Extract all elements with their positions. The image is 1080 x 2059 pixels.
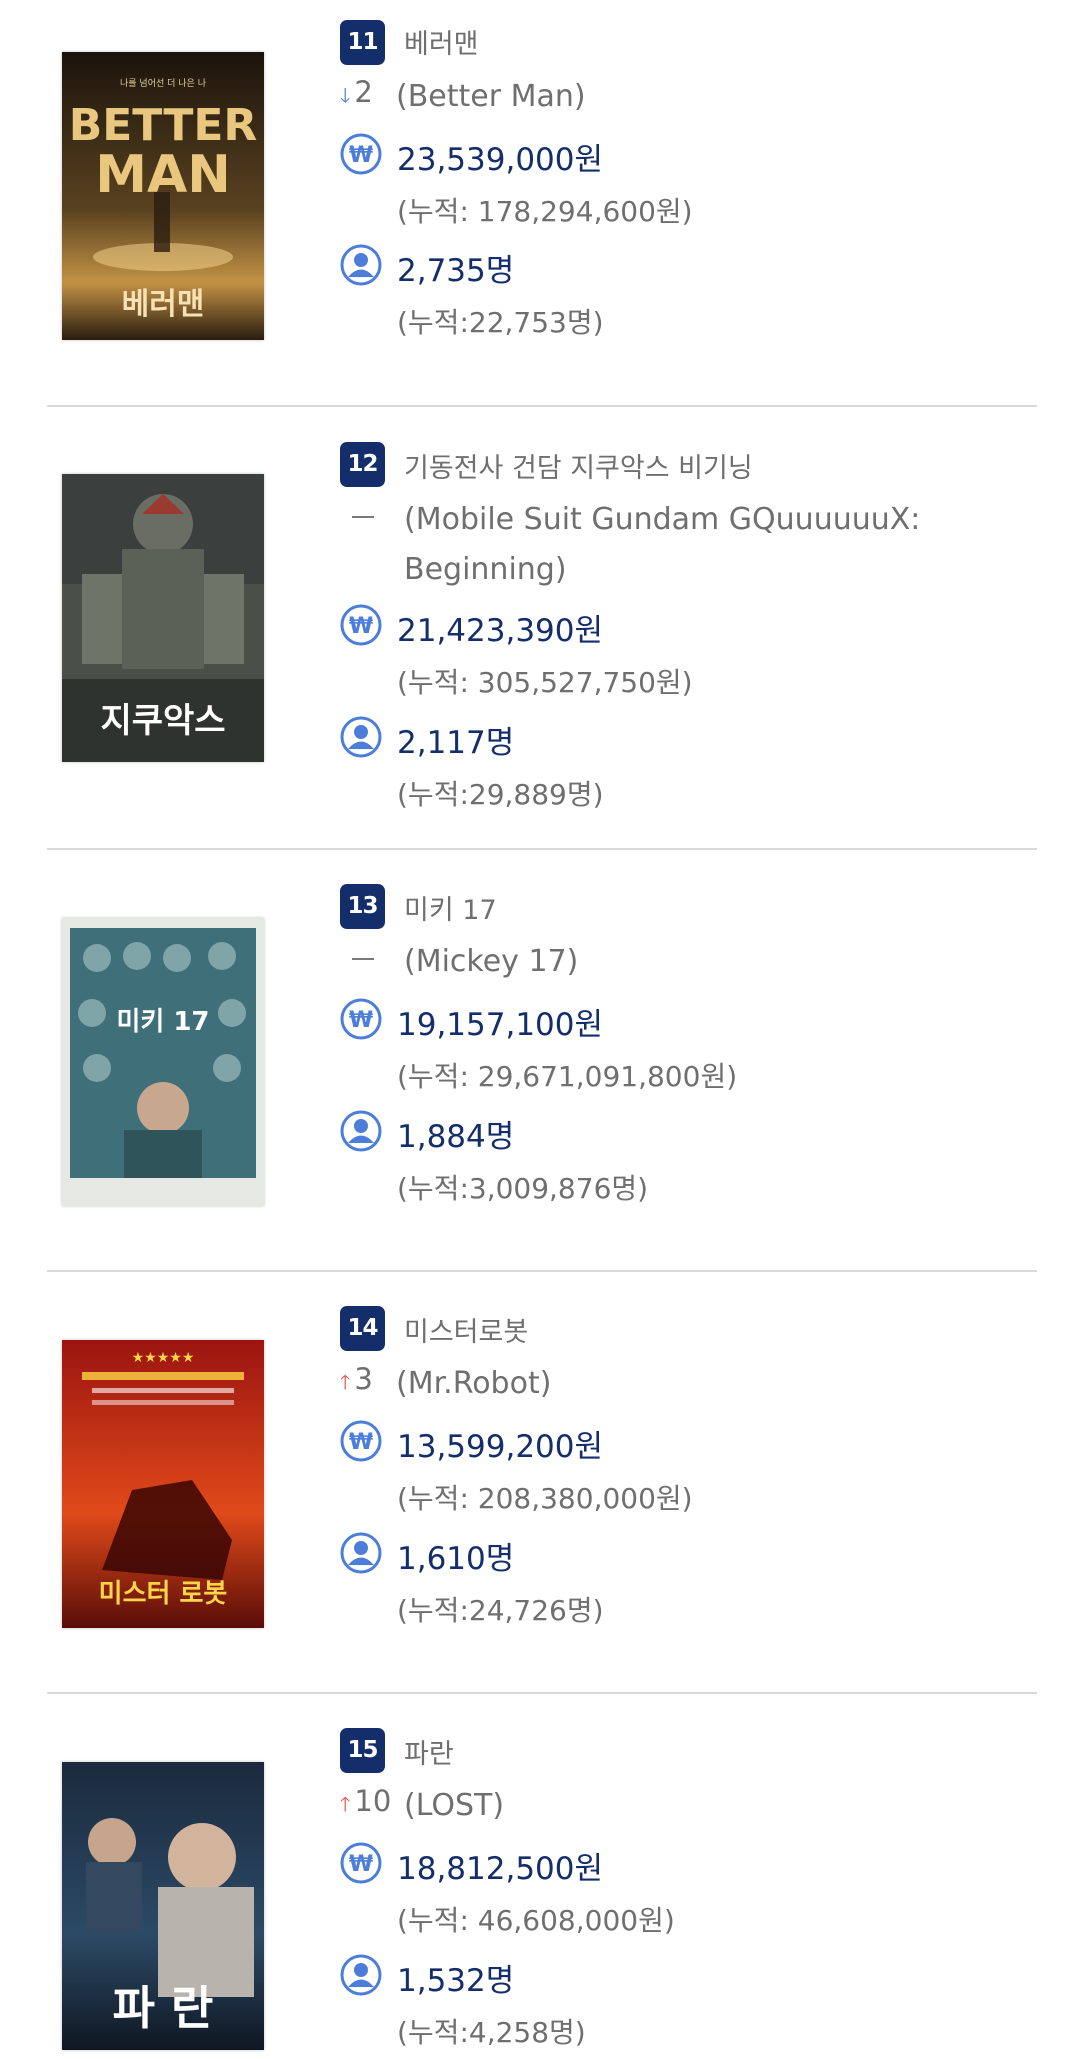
poster-image: 미키 17	[62, 918, 264, 1206]
audience-icon	[340, 1110, 382, 1152]
won-icon: ₩	[340, 133, 382, 175]
daily-sales: 21,423,390원	[397, 613, 604, 649]
poster-image: ★★★★★ 미스터 로봇	[62, 1340, 264, 1628]
rank-change	[340, 940, 388, 974]
poster-title-bottom: 베러맨	[122, 287, 205, 322]
audience-icon	[340, 244, 382, 286]
rank-change-value: 2	[354, 75, 373, 109]
daily-sales: 18,812,500원	[397, 1851, 604, 1887]
rank-change-value: 3	[354, 1362, 373, 1396]
daily-sales: 13,599,200원	[397, 1429, 604, 1465]
poster-title-top: BETTER	[69, 100, 258, 151]
daily-audience: 1,884명	[397, 1119, 515, 1155]
divider	[47, 848, 1037, 850]
no-change-dash	[352, 516, 374, 518]
movie-poster[interactable]: 미키 17	[62, 918, 264, 1206]
cumulative-audience: (누적:4,258명)	[397, 2016, 586, 2049]
cumulative-sales: (누적: 29,671,091,800원)	[397, 1060, 738, 1093]
rank-change	[340, 498, 388, 532]
no-change-dash	[352, 958, 374, 960]
arrow-up-icon: 🡑	[340, 1792, 351, 1816]
poster-title-bottom: 미스터 로봇	[99, 1579, 228, 1609]
movie-title-original: (LOST)	[404, 1788, 505, 1823]
poster-image: 파 란	[62, 1762, 264, 2050]
movie-poster[interactable]: 파 란	[62, 1762, 264, 2050]
daily-sales: 23,539,000원	[397, 142, 604, 178]
cumulative-sales: (누적: 46,608,000원)	[397, 1904, 675, 1937]
rank-change: 🡓 2	[340, 75, 373, 115]
movie-poster[interactable]: 나를 넘어선 더 나은 나 BETTER MAN 베러맨	[62, 52, 264, 340]
poster-title-bottom: 지쿠악스	[100, 701, 225, 741]
audience-icon	[340, 716, 382, 758]
svg-text:₩: ₩	[349, 1852, 373, 1877]
daily-sales: 19,157,100원	[397, 1007, 604, 1043]
poster-title-mid: 미키 17	[116, 1007, 209, 1037]
rank-change: 🡑 10	[340, 1784, 391, 1824]
rank-badge: 11	[340, 20, 385, 65]
cumulative-sales: (누적: 305,527,750원)	[397, 666, 693, 699]
movie-title-korean[interactable]: 미키 17	[404, 888, 497, 927]
divider	[47, 1692, 1037, 1694]
won-icon: ₩	[340, 1420, 382, 1462]
poster-image: 나를 넘어선 더 나은 나 BETTER MAN 베러맨	[62, 52, 264, 340]
daily-audience: 1,532명	[397, 1963, 515, 1999]
daily-audience: 2,117명	[397, 725, 515, 761]
daily-audience: 1,610명	[397, 1541, 515, 1577]
daily-audience: 2,735명	[397, 253, 515, 289]
cumulative-audience: (누적:22,753명)	[397, 306, 604, 339]
audience-icon	[340, 1532, 382, 1574]
audience-icon	[340, 1954, 382, 1996]
svg-text:₩: ₩	[349, 1008, 373, 1033]
svg-text:₩: ₩	[349, 143, 373, 168]
won-icon: ₩	[340, 998, 382, 1040]
poster-tagline: 나를 넘어선 더 나은 나	[120, 78, 206, 89]
movie-poster[interactable]: ★★★★★ 미스터 로봇	[62, 1340, 264, 1628]
movie-title-korean[interactable]: 베러맨	[404, 22, 479, 61]
divider	[47, 1270, 1037, 1272]
movie-title-original: (Better Man)	[396, 79, 586, 114]
poster-stars: ★★★★★	[132, 1350, 195, 1366]
rank-change: 🡑 3	[340, 1362, 373, 1402]
svg-text:₩: ₩	[349, 1430, 373, 1455]
rank-badge: 15	[340, 1728, 385, 1773]
movie-title-original: (Mr.Robot)	[396, 1366, 552, 1401]
divider	[47, 405, 1037, 407]
cumulative-sales: (누적: 208,380,000원)	[397, 1482, 693, 1515]
arrow-up-icon: 🡑	[340, 1370, 351, 1394]
movie-title-original: (Mickey 17)	[404, 944, 579, 979]
rank-badge: 12	[340, 442, 385, 487]
movie-title-korean[interactable]: 기동전사 건담 지쿠악스 비기닝	[404, 446, 753, 485]
movie-title-original: (Mobile Suit Gundam GQuuuuuuX: Beginning…	[404, 502, 921, 587]
cumulative-audience: (누적:24,726명)	[397, 1594, 604, 1627]
won-icon: ₩	[340, 1842, 382, 1884]
cumulative-audience: (누적:29,889명)	[397, 778, 604, 811]
poster-image: 지쿠악스	[62, 474, 264, 762]
movie-title-korean[interactable]: 파란	[404, 1732, 454, 1771]
rank-badge: 14	[340, 1306, 385, 1351]
arrow-down-icon: 🡓	[340, 83, 351, 107]
movie-poster[interactable]: 지쿠악스	[62, 474, 264, 762]
movie-title-korean[interactable]: 미스터로봇	[404, 1310, 528, 1349]
won-icon: ₩	[340, 604, 382, 646]
poster-title-bottom: 파 란	[113, 1981, 214, 2035]
cumulative-sales: (누적: 178,294,600원)	[397, 195, 693, 228]
svg-text:₩: ₩	[349, 614, 373, 639]
rank-change-value: 10	[354, 1784, 392, 1818]
cumulative-audience: (누적:3,009,876명)	[397, 1172, 649, 1205]
rank-badge: 13	[340, 884, 385, 929]
